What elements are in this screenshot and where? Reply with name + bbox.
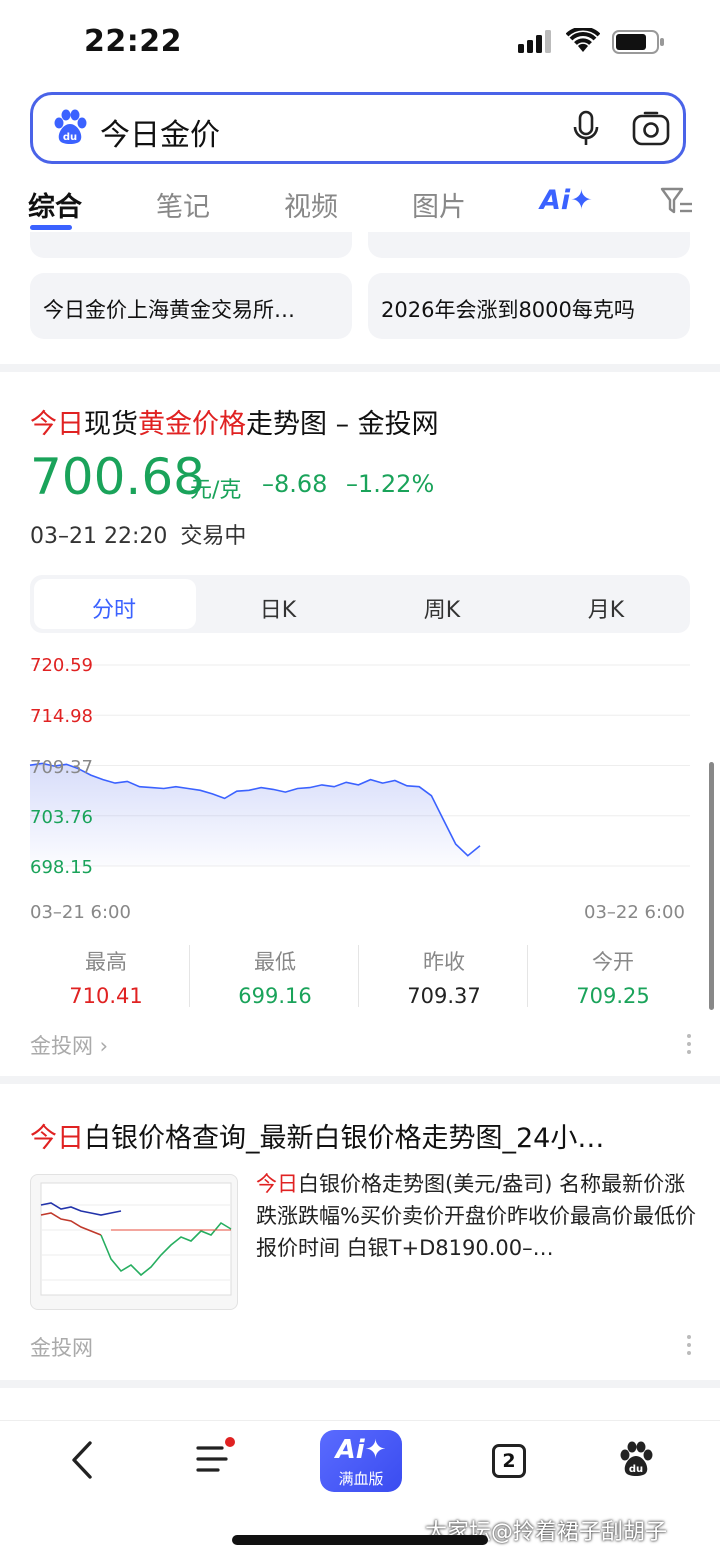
stat-high-label: 最高 — [85, 950, 127, 974]
title-keyword: 黄金价格 — [138, 409, 246, 440]
cellular-signal-icon — [518, 30, 558, 54]
price-unit: 元/克 — [190, 478, 242, 503]
price-change-percent: –1.22% — [346, 470, 435, 498]
tab-daily-k[interactable]: 日K — [198, 592, 358, 624]
more-options-icon[interactable] — [687, 1034, 691, 1058]
price-area — [30, 763, 480, 866]
more-options-icon[interactable] — [687, 1335, 691, 1359]
tab-videos[interactable]: 视频 — [284, 185, 338, 224]
y-tick-label: 720.59 — [30, 655, 93, 676]
tab-notes[interactable]: 笔记 — [156, 185, 210, 224]
gold-card-source[interactable]: 金投网 › — [30, 1030, 108, 1060]
menu-icon[interactable] — [194, 1436, 238, 1480]
section-divider — [0, 364, 720, 372]
price-change: –8.68 — [262, 470, 328, 498]
desc-keyword: 今日 — [256, 1172, 298, 1196]
stat-prev-close-value: 709.37 — [407, 984, 481, 1008]
baidu-paw-icon: du — [50, 108, 90, 148]
silver-chart-thumbnail[interactable] — [30, 1174, 238, 1310]
battery-icon — [612, 29, 666, 55]
x-end-label: 03–22 6:00 — [584, 902, 685, 923]
title-keyword: 今日 — [30, 1123, 84, 1154]
stat-high-value: 710.41 — [69, 984, 143, 1008]
silver-card-title[interactable]: 今日白银价格查询_最新白银价格走势图_24小… — [30, 1116, 604, 1155]
camera-icon[interactable] — [632, 110, 670, 148]
microphone-icon[interactable] — [572, 110, 600, 148]
wifi-icon — [565, 26, 601, 54]
tab-monthly-k[interactable]: 月K — [526, 592, 686, 624]
svg-text:du: du — [63, 132, 77, 143]
silver-card-source[interactable]: 金投网 — [30, 1332, 93, 1362]
suggestion-chip-partial[interactable] — [368, 232, 690, 258]
tab-intraday[interactable]: 分时 — [34, 592, 194, 624]
tabs-count: 2 — [502, 1450, 516, 1472]
quote-time: 03–21 22:20 — [30, 524, 168, 549]
suggestion-chip-label: 2026年会涨到8000每克吗 — [381, 298, 635, 322]
tab-comprehensive[interactable]: 综合 — [28, 185, 82, 224]
section-divider — [0, 1380, 720, 1388]
y-tick-label: 709.37 — [30, 757, 93, 778]
tab-weekly-k[interactable]: 周K — [362, 592, 522, 624]
title-keyword: 今日 — [30, 409, 84, 440]
ai-button-label: Ai✦ — [335, 1435, 387, 1465]
title-text: 白银价格查询_最新白银价格走势图_24小… — [84, 1123, 605, 1154]
stat-low-value: 699.16 — [238, 984, 312, 1008]
stat-low-label: 最低 — [254, 950, 296, 974]
title-text: 现货 — [84, 409, 138, 440]
tab-images[interactable]: 图片 — [412, 185, 466, 224]
filter-icon[interactable] — [660, 186, 694, 216]
y-tick-label: 703.76 — [30, 807, 93, 828]
stat-open-value: 709.25 — [576, 984, 650, 1008]
trade-status: 交易中 — [180, 524, 247, 549]
status-time: 22:22 — [84, 24, 182, 59]
back-icon[interactable] — [66, 1440, 100, 1480]
desc-text: 白银价格走势图(美元/盎司) 名称最新价涨跌涨跌幅%买价卖价开盘价昨收价最高价最… — [256, 1172, 696, 1260]
tabs-count-icon[interactable]: 2 — [492, 1444, 526, 1478]
active-tab-indicator — [30, 225, 72, 230]
baidu-home-icon[interactable]: du — [616, 1440, 656, 1480]
y-tick-label: 714.98 — [30, 706, 93, 727]
silver-card-description: 今日白银价格走势图(美元/盎司) 名称最新价涨跌涨跌幅%买价卖价开盘价昨收价最高… — [256, 1168, 696, 1264]
search-input[interactable]: 今日金价 — [100, 110, 220, 154]
x-start-label: 03–21 6:00 — [30, 902, 131, 923]
stat-prev-close-label: 昨收 — [423, 950, 465, 974]
quote-time-status: 03–21 22:20 交易中 — [30, 518, 246, 550]
stat-open-label: 今开 — [592, 950, 634, 974]
intraday-price-chart[interactable] — [0, 640, 720, 900]
suggestion-chip-label: 今日金价上海黄金交易所… — [43, 298, 295, 322]
ai-button-sublabel: 满血版 — [338, 1470, 384, 1488]
gold-card-title[interactable]: 今日现货黄金价格走势图 – 金投网 — [30, 402, 439, 441]
suggestion-chip-partial[interactable] — [30, 232, 352, 258]
section-divider — [0, 1076, 720, 1084]
title-text: 走势图 – 金投网 — [246, 409, 439, 440]
home-indicator[interactable] — [232, 1535, 488, 1545]
scrollbar[interactable] — [709, 762, 714, 1010]
tab-ai[interactable]: Ai✦ — [540, 185, 593, 216]
svg-text:du: du — [629, 1464, 643, 1475]
y-tick-label: 698.15 — [30, 857, 93, 878]
current-price: 700.68 — [30, 448, 205, 506]
